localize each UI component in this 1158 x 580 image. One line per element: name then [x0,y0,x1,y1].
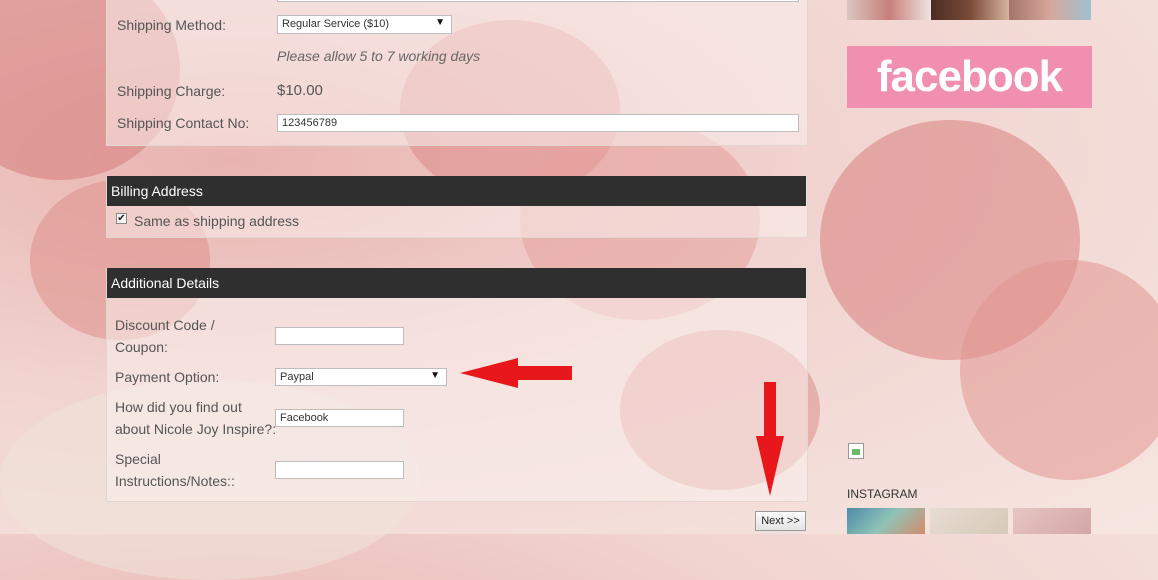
find-us-label-line-2: about Nicole Joy Inspire?: [115,421,277,437]
payment-option-label: Payment Option: [115,369,220,385]
shipping-method-label: Shipping Method: [117,17,226,33]
instagram-heading: INSTAGRAM [847,487,918,501]
instagram-photo[interactable] [930,508,1008,534]
left-arrow-annotation-icon [460,358,572,388]
find-us-label-line-1: How did you find out [115,399,242,415]
instagram-photo[interactable] [1013,508,1091,534]
down-arrow-annotation-icon [756,382,784,496]
discount-label-line-1: Discount Code / [115,317,215,333]
shipping-top-field-edge [277,0,799,2]
shipping-contact-label: Shipping Contact No: [117,115,250,131]
thumbnail-image [847,0,931,20]
billing-header: Billing Address [107,176,806,206]
payment-option-value: Paypal [280,371,314,383]
find-us-input[interactable]: Facebook [275,409,404,427]
broken-image-icon [848,443,864,459]
shipping-method-select[interactable]: Regular Service ($10) ▼ [277,15,452,34]
thumbnail-image [931,0,1009,20]
discount-code-input[interactable] [275,327,404,345]
discount-label-line-2: Coupon: [115,339,168,355]
shipping-method-value: Regular Service ($10) [282,18,389,30]
special-instructions-label-line-1: Special [115,451,161,467]
payment-option-select[interactable]: Paypal ▼ [275,368,447,386]
facebook-banner[interactable]: facebook [847,46,1092,108]
shipping-charge-value: $10.00 [277,82,323,99]
next-button[interactable]: Next >> [755,511,806,531]
chevron-down-icon: ▼ [435,17,445,28]
shipping-contact-input[interactable]: 123456789 [277,114,799,132]
special-instructions-input[interactable] [275,461,404,479]
additional-header: Additional Details [107,268,806,298]
shipping-charge-label: Shipping Charge: [117,83,226,99]
special-instructions-label-line-2: Instructions/Notes:: [115,473,235,489]
shipping-allow-note: Please allow 5 to 7 working days [277,48,481,64]
checkmark-icon: ✔ [117,213,126,224]
thumbnail-image [1009,0,1091,20]
instagram-photo[interactable] [847,508,925,534]
instagram-feed [847,508,1091,534]
sidebar-top-images [847,0,1091,20]
same-as-shipping-checkbox[interactable]: ✔ [116,213,127,224]
same-as-shipping-label: Same as shipping address [134,213,299,229]
chevron-down-icon: ▼ [430,370,440,381]
